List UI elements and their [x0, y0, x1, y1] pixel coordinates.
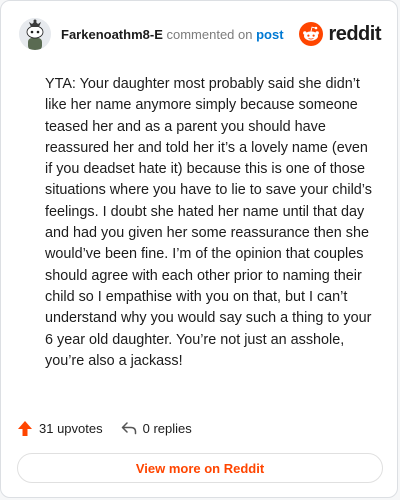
- post-link[interactable]: post: [256, 27, 283, 42]
- commented-on-text: commented on: [162, 26, 257, 42]
- comment-header: Farkenoathm8-E commented on post reddit: [19, 17, 381, 51]
- upvote-arrow-icon: [18, 420, 32, 436]
- snoo-avatar-icon: [19, 18, 51, 50]
- view-more-button[interactable]: View more on Reddit: [17, 453, 383, 483]
- reddit-wordmark: reddit: [328, 22, 381, 45]
- embedded-comment-card: Farkenoathm8-E commented on post reddit …: [0, 0, 398, 498]
- comment-body: YTA: Your daughter most probably said sh…: [45, 76, 372, 369]
- reply-count: 0 replies: [142, 420, 192, 436]
- upvote-button[interactable]: 31 upvotes: [17, 420, 103, 437]
- username-link[interactable]: Farkenoathm8-E: [61, 27, 163, 42]
- user-avatar[interactable]: [19, 18, 51, 50]
- reddit-logo[interactable]: reddit: [299, 22, 381, 46]
- comment-actions: 31 upvotes 0 replies: [17, 417, 192, 439]
- upvote-count: 31 upvotes: [39, 420, 103, 436]
- reddit-alien-icon: [299, 22, 324, 46]
- comment-byline: Farkenoathm8-E commented on post: [61, 27, 284, 42]
- replies-button[interactable]: 0 replies: [121, 421, 192, 436]
- reply-arrow-icon: [121, 422, 136, 435]
